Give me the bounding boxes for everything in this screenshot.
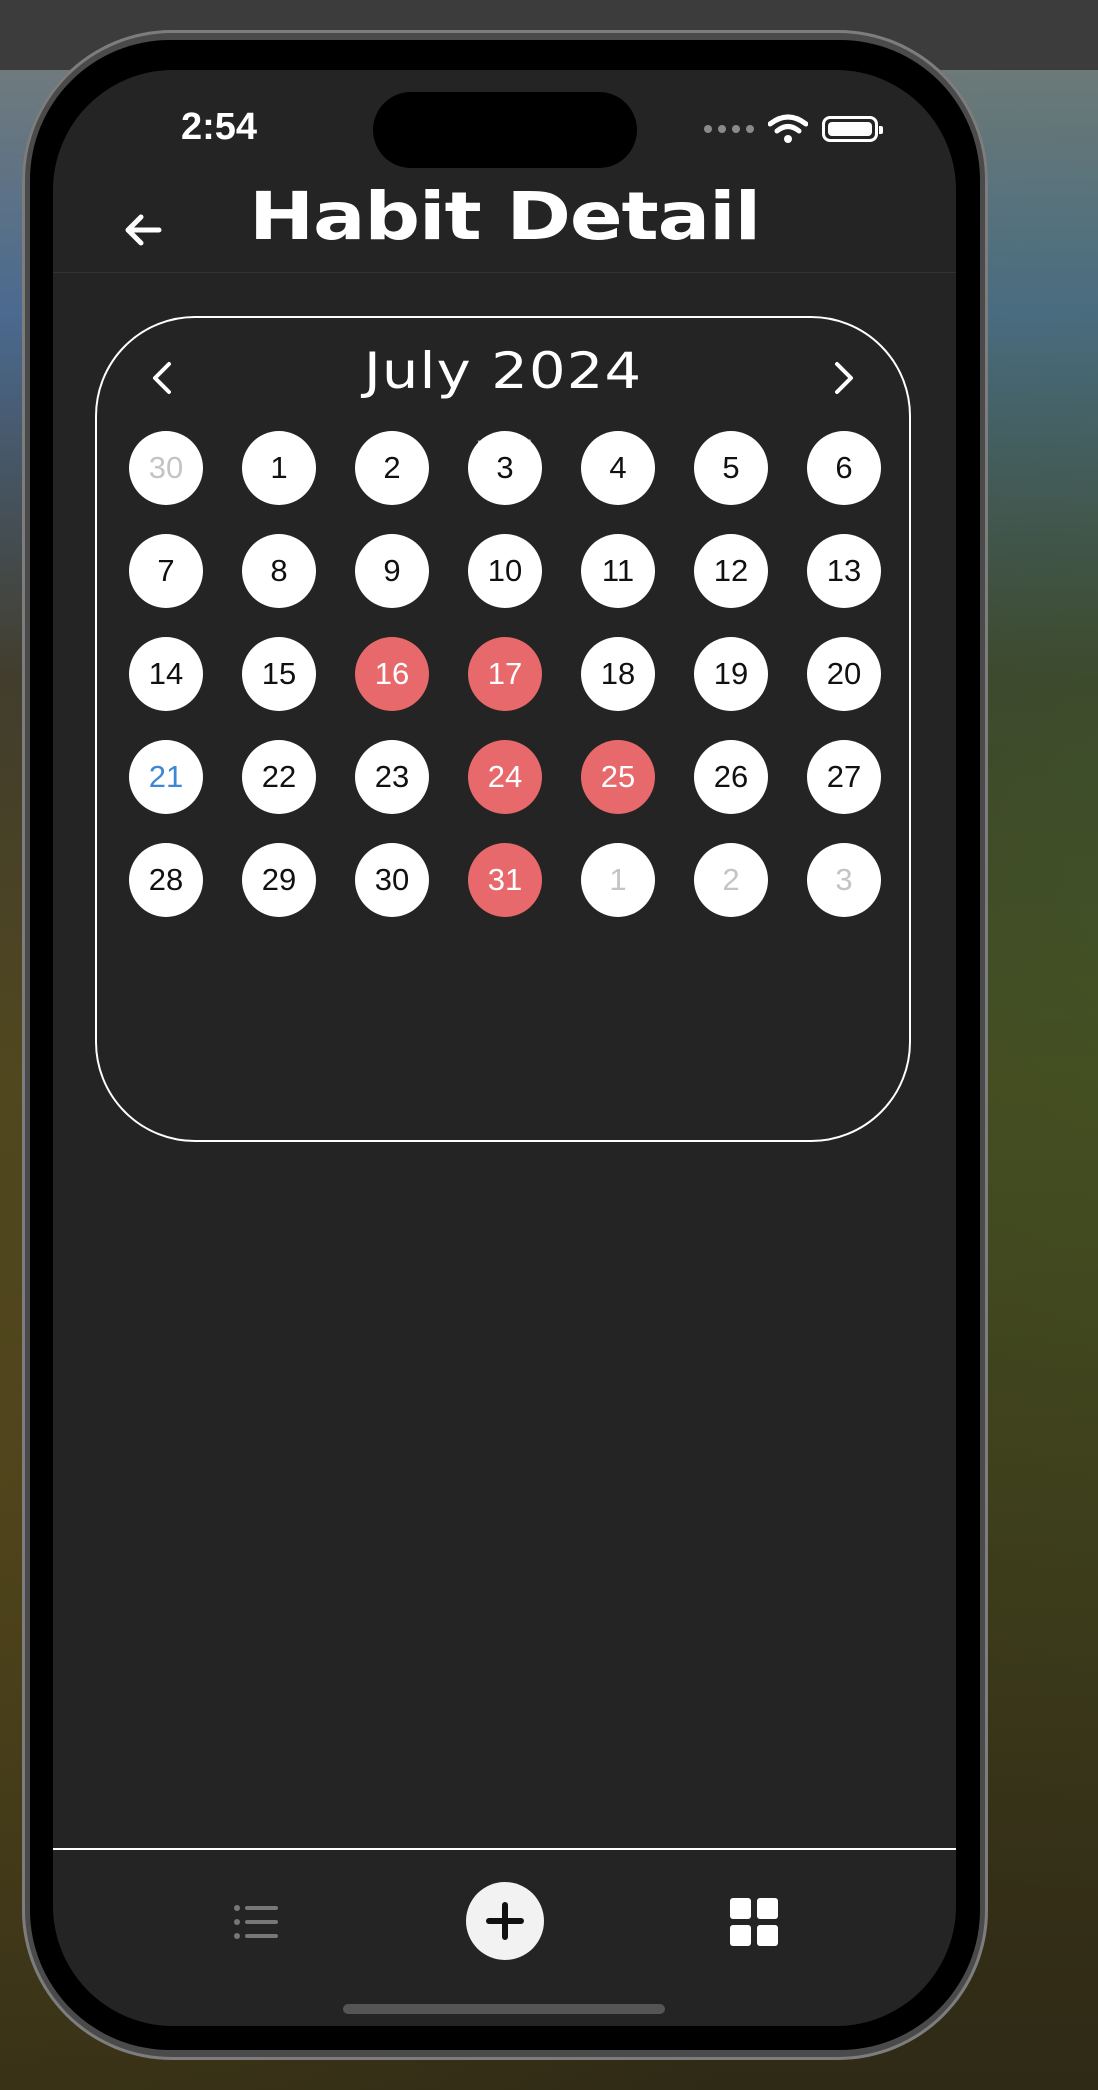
calendar-day[interactable]: 26 bbox=[694, 740, 768, 814]
calendar-day[interactable]: 8 bbox=[242, 534, 316, 608]
calendar-day[interactable]: 25 bbox=[581, 740, 655, 814]
calendar-day[interactable]: 22 bbox=[242, 740, 316, 814]
calendar-day[interactable]: 18 bbox=[581, 637, 655, 711]
calendar-card: July 2024 SunMonTueWedThuFriSat 30123456… bbox=[95, 316, 911, 1142]
calendar-day[interactable]: 30 bbox=[355, 843, 429, 917]
calendar-day[interactable]: 29 bbox=[242, 843, 316, 917]
status-time: 2:54 bbox=[181, 106, 258, 148]
calendar-day[interactable]: 24 bbox=[468, 740, 542, 814]
calendar-day[interactable]: 6 bbox=[807, 431, 881, 505]
calendar-day[interactable]: 15 bbox=[242, 637, 316, 711]
calendar-day[interactable]: 2 bbox=[355, 431, 429, 505]
calendar-day[interactable]: 20 bbox=[807, 637, 881, 711]
dynamic-island bbox=[373, 92, 637, 168]
calendar-day[interactable]: 19 bbox=[694, 637, 768, 711]
calendar-day[interactable]: 16 bbox=[355, 637, 429, 711]
status-indicators bbox=[704, 114, 883, 144]
calendar-day[interactable]: 1 bbox=[581, 843, 655, 917]
calendar-day[interactable]: 2 bbox=[694, 843, 768, 917]
calendar-day[interactable]: 11 bbox=[581, 534, 655, 608]
calendar-day[interactable]: 12 bbox=[694, 534, 768, 608]
add-habit-button[interactable] bbox=[466, 1882, 544, 1960]
plus-icon bbox=[486, 1902, 524, 1940]
cellular-signal-icon bbox=[704, 125, 754, 133]
calendar-day[interactable]: 5 bbox=[694, 431, 768, 505]
tab-list[interactable] bbox=[232, 1902, 280, 1942]
wifi-icon bbox=[768, 114, 808, 143]
tab-bar bbox=[53, 1848, 956, 2026]
calendar-day[interactable]: 27 bbox=[807, 740, 881, 814]
calendar-day[interactable]: 31 bbox=[468, 843, 542, 917]
calendar-day[interactable]: 21 bbox=[129, 740, 203, 814]
grid-icon bbox=[730, 1898, 778, 1946]
calendar-day[interactable]: 4 bbox=[581, 431, 655, 505]
calendar-day[interactable]: 7 bbox=[129, 534, 203, 608]
list-icon bbox=[234, 1905, 278, 1939]
calendar-day[interactable]: 17 bbox=[468, 637, 542, 711]
calendar-day[interactable]: 10 bbox=[468, 534, 542, 608]
calendar-day[interactable]: 9 bbox=[355, 534, 429, 608]
calendar-day[interactable]: 1 bbox=[242, 431, 316, 505]
calendar-day[interactable]: 13 bbox=[807, 534, 881, 608]
calendar-day[interactable]: 14 bbox=[129, 637, 203, 711]
calendar-day[interactable]: 23 bbox=[355, 740, 429, 814]
battery-icon bbox=[822, 116, 883, 142]
calendar-day[interactable]: 28 bbox=[129, 843, 203, 917]
day-grid: 30 1 2 3 4 5 6 7 8 9 10 11 12 13 14 15 16 17 18 19 20 21 22 23 2… bbox=[97, 318, 913, 1144]
tab-grid[interactable] bbox=[730, 1898, 778, 1946]
app-screen: 2:54 Habit Detail July 2024 SunMonTueWed… bbox=[53, 70, 956, 2026]
calendar-day[interactable]: 3 bbox=[807, 843, 881, 917]
page-title: Habit Detail bbox=[248, 178, 761, 255]
calendar-day[interactable]: 30 bbox=[129, 431, 203, 505]
calendar-day[interactable]: 3 bbox=[468, 431, 542, 505]
home-indicator bbox=[343, 2004, 665, 2014]
